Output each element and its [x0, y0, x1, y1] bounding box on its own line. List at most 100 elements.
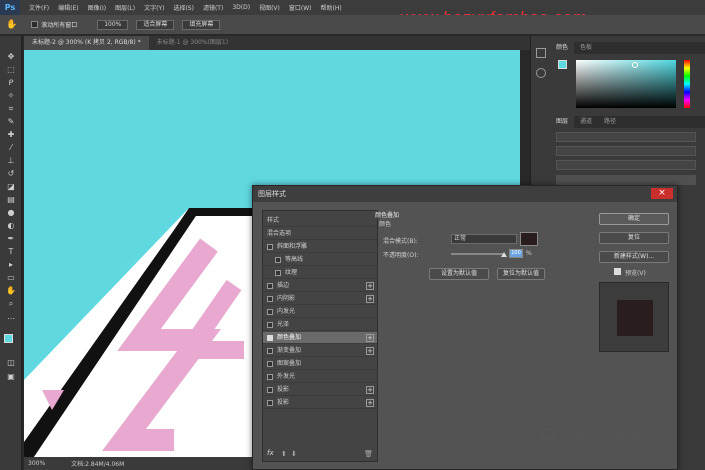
menu-type[interactable]: 文字(Y): [144, 3, 164, 12]
layer-blend-bar[interactable]: [556, 146, 696, 156]
tab-swatches[interactable]: 色板: [574, 42, 598, 54]
panel-fg-swatch[interactable]: [558, 60, 567, 69]
style-item-drop-shadow[interactable]: 投影 +: [263, 384, 377, 396]
fit-screen-button[interactable]: 适合屏幕: [136, 19, 175, 30]
eraser-tool-icon[interactable]: ◪: [6, 182, 16, 192]
zoom-tool-icon[interactable]: ⌕: [6, 299, 16, 309]
style-checkbox[interactable]: [267, 296, 273, 302]
style-checkbox[interactable]: [275, 257, 281, 263]
pen-tool-icon[interactable]: ✒: [6, 234, 16, 244]
fx-icon[interactable]: fx: [267, 449, 274, 457]
layer-filter-bar[interactable]: [556, 132, 696, 142]
menu-file[interactable]: 文件(F): [29, 3, 49, 12]
style-item-styles[interactable]: 样式: [263, 215, 377, 227]
trash-icon[interactable]: 🗑: [364, 450, 373, 458]
color-picker-handle[interactable]: [632, 62, 638, 68]
hue-slider[interactable]: [684, 60, 690, 108]
history-brush-icon[interactable]: ↺: [6, 169, 16, 179]
new-style-button[interactable]: 新建样式(W)...: [599, 251, 669, 263]
move-tool-icon[interactable]: ✥: [6, 52, 16, 62]
style-item-bevel[interactable]: 斜面和浮雕: [263, 241, 377, 253]
style-checkbox[interactable]: [267, 244, 273, 250]
marquee-tool-icon[interactable]: ⬚: [6, 65, 16, 75]
fill-screen-button[interactable]: 填充屏幕: [182, 19, 221, 30]
add-effect-icon[interactable]: +: [366, 282, 374, 290]
brush-tool-icon[interactable]: ⁄: [6, 143, 16, 153]
add-effect-icon[interactable]: +: [366, 334, 374, 342]
quick-mask-icon[interactable]: ◫: [6, 358, 16, 368]
ok-button[interactable]: 确定: [599, 213, 669, 225]
hand-tool-icon[interactable]: ✋: [6, 286, 16, 296]
clone-stamp-icon[interactable]: ⊥: [6, 156, 16, 166]
scroll-all-checkbox[interactable]: [31, 21, 39, 28]
foreground-color-swatch[interactable]: [4, 334, 13, 343]
style-checkbox[interactable]: [267, 387, 273, 393]
style-item-inner-glow[interactable]: 内发光: [263, 306, 377, 318]
style-item-color-overlay[interactable]: 颜色叠加 +: [263, 332, 377, 344]
style-checkbox[interactable]: [267, 361, 273, 367]
style-checkbox[interactable]: [267, 348, 273, 354]
reset-button[interactable]: 复位: [599, 232, 669, 244]
move-down-icon[interactable]: ⬇: [291, 450, 297, 458]
style-checkbox[interactable]: [267, 374, 273, 380]
style-item-drop-shadow-2[interactable]: 投影 +: [263, 397, 377, 409]
opacity-slider-handle[interactable]: [501, 252, 507, 257]
tab-layers[interactable]: 图层: [550, 116, 575, 128]
style-checkbox-checked[interactable]: [267, 335, 273, 341]
make-default-button[interactable]: 设置为默认值: [429, 268, 489, 280]
style-item-gradient-overlay[interactable]: 渐变叠加 +: [263, 345, 377, 357]
magic-wand-icon[interactable]: ✧: [6, 91, 16, 101]
menu-edit[interactable]: 编辑(E): [58, 3, 78, 12]
add-effect-icon[interactable]: +: [366, 386, 374, 394]
style-checkbox[interactable]: [275, 270, 281, 276]
history-panel-icon[interactable]: [536, 48, 546, 58]
style-item-satin[interactable]: 光泽: [263, 319, 377, 331]
more-tools-icon[interactable]: ⋯: [6, 314, 16, 324]
add-effect-icon[interactable]: +: [366, 347, 374, 355]
reset-default-button[interactable]: 复位为默认值: [497, 268, 545, 280]
blend-mode-select[interactable]: 正常: [451, 234, 517, 244]
add-effect-icon[interactable]: +: [366, 399, 374, 407]
tab-paths[interactable]: 路径: [598, 116, 622, 128]
preview-checkbox[interactable]: [614, 268, 621, 275]
menu-filter[interactable]: 滤镜(T): [203, 3, 223, 12]
menu-layer[interactable]: 图层(L): [115, 3, 135, 12]
close-icon[interactable]: ×: [651, 188, 673, 199]
menu-window[interactable]: 窗口(W): [289, 3, 312, 12]
menu-view[interactable]: 视图(V): [259, 3, 280, 12]
style-item-inner-shadow[interactable]: 内阴影 +: [263, 293, 377, 305]
opacity-slider[interactable]: [451, 253, 503, 255]
menu-help[interactable]: 帮助(H): [321, 3, 342, 12]
screen-mode-icon[interactable]: ▣: [6, 372, 16, 382]
healing-brush-icon[interactable]: ✚: [6, 130, 16, 140]
style-item-pattern-overlay[interactable]: 图案叠加: [263, 358, 377, 370]
layer-row[interactable]: [556, 175, 696, 185]
tab-color[interactable]: 颜色: [550, 42, 575, 54]
layer-lock-bar[interactable]: [556, 160, 696, 170]
menu-select[interactable]: 选择(S): [173, 3, 194, 12]
style-checkbox[interactable]: [267, 322, 273, 328]
tab-document-2[interactable]: 未标题-2 @ 300% (K 拷贝 2, RGB/8) *: [24, 36, 149, 50]
style-item-outer-glow[interactable]: 外发光: [263, 371, 377, 383]
gradient-tool-icon[interactable]: ▤: [6, 195, 16, 205]
menu-3d[interactable]: 3D(D): [232, 4, 250, 11]
eyedropper-tool-icon[interactable]: ✎: [6, 117, 16, 127]
lasso-tool-icon[interactable]: ᑭ: [6, 78, 16, 88]
style-item-texture[interactable]: 纹理: [263, 267, 377, 279]
crop-tool-icon[interactable]: ⌗: [6, 104, 16, 114]
blur-tool-icon[interactable]: ●: [6, 208, 16, 218]
style-checkbox[interactable]: [267, 309, 273, 315]
zoom-100-button[interactable]: 100%: [97, 19, 129, 30]
style-item-contour[interactable]: 等高线: [263, 254, 377, 266]
tab-document-1[interactable]: 未标题-1 @ 300%(图层1): [149, 36, 236, 50]
style-item-stroke[interactable]: 描边 +: [263, 280, 377, 292]
overlay-color-swatch[interactable]: [520, 232, 538, 246]
menu-image[interactable]: 图像(I): [88, 3, 106, 12]
dodge-tool-icon[interactable]: ◐: [6, 221, 16, 231]
type-tool-icon[interactable]: T: [6, 247, 16, 257]
add-effect-icon[interactable]: +: [366, 295, 374, 303]
color-picker-field[interactable]: [576, 60, 676, 108]
style-checkbox[interactable]: [267, 400, 273, 406]
style-item-blending[interactable]: 混合选项: [263, 228, 377, 240]
path-select-icon[interactable]: ▸: [6, 260, 16, 270]
